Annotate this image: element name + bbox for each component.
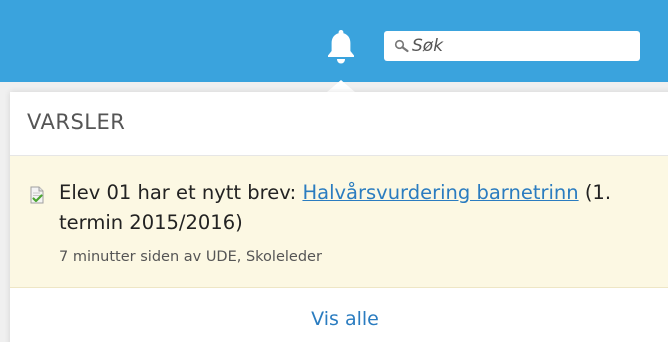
search-input[interactable] — [410, 36, 612, 56]
magnifier-icon — [394, 39, 409, 53]
dropdown-caret — [327, 80, 355, 92]
notification-link[interactable]: Halvårsvurdering barnetrinn — [302, 181, 578, 204]
app-frame: VARSLER Elev 01 har et nytt brev: Halvår… — [0, 0, 668, 342]
notification-message: Elev 01 har et nytt brev: Halvårsvurderi… — [59, 178, 619, 238]
top-navbar — [0, 0, 668, 82]
notification-item[interactable]: Elev 01 har et nytt brev: Halvårsvurderi… — [10, 156, 668, 288]
notifications-dropdown: VARSLER Elev 01 har et nytt brev: Halvår… — [10, 92, 668, 342]
notification-text-before: Elev 01 har et nytt brev: — [59, 181, 303, 204]
notifications-bell-button[interactable] — [324, 28, 358, 68]
show-all-link[interactable]: Vis alle — [10, 308, 668, 330]
notifications-title: VARSLER — [27, 110, 126, 134]
notifications-header: VARSLER — [10, 92, 668, 156]
notification-meta: 7 minutter siden av UDE, Skoleleder — [59, 249, 322, 265]
document-check-icon — [28, 186, 46, 209]
search-field[interactable] — [384, 31, 640, 61]
bell-icon — [328, 30, 354, 64]
